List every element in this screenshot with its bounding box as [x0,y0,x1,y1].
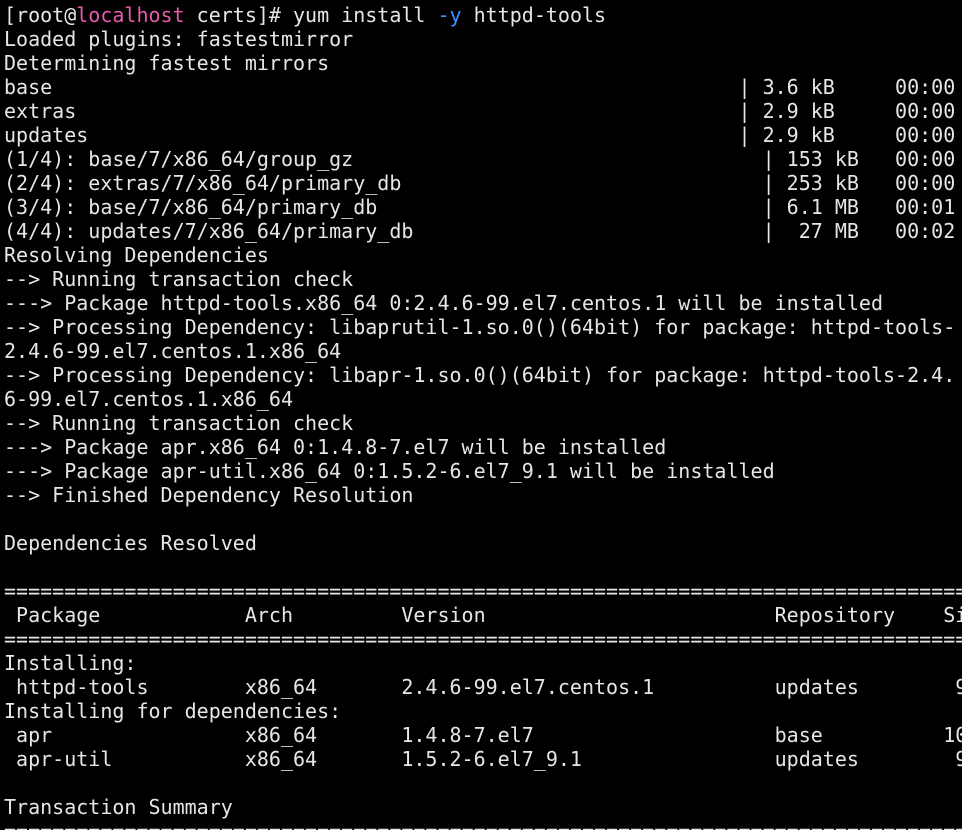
output-line: ---> Package apr.x86_64 0:1.4.8-7.el7 wi… [4,435,667,459]
output-line: --> Processing Dependency: libaprutil-1.… [4,315,956,339]
output-line: base | 3.6 kB 00:00 [4,75,956,99]
output-line: 6-99.el7.centos.1.x86_64 [4,387,293,411]
output-line: Installing for dependencies: [4,699,342,723]
output-line: extras | 2.9 kB 00:00 [4,99,956,123]
output-line: Dependencies Resolved [4,531,257,555]
output-line: --> Processing Dependency: libapr-1.so.0… [4,363,956,387]
output-line: ========================================… [4,627,962,651]
output-line: Transaction Summary [4,795,233,819]
prompt-command: certs]# yum install [184,3,438,27]
output-line: apr x86_64 1.4.8-7.el7 base 104 k [4,723,962,747]
output-line: ---> Package httpd-tools.x86_64 0:2.4.6-… [4,291,883,315]
output-line: Package Arch Version Repository Size [4,603,962,627]
output-line: --> Running transaction check [4,411,354,435]
output-line: (3/4): base/7/x86_64/primary_db | 6.1 MB… [4,195,956,219]
output-line: --> Finished Dependency Resolution [4,483,414,507]
output-line: ========================================… [4,579,962,603]
command-argument: httpd-tools [461,3,607,27]
output-line: (2/4): extras/7/x86_64/primary_db | 253 … [4,171,956,195]
output-line: --> Running transaction check [4,267,354,291]
output-line: Determining fastest mirrors [4,51,330,75]
command-prompt-line: [root@localhost certs]# yum install -y h… [4,3,962,27]
prompt-host: localhost [76,3,185,27]
table-separator-rule: ========================================… [4,819,962,830]
prompt-user: [root@ [4,3,77,27]
output-line: apr-util x86_64 1.5.2-6.el7_9.1 updates … [4,747,962,771]
command-flag: -y [437,3,462,27]
output-line: (1/4): base/7/x86_64/group_gz | 153 kB 0… [4,147,956,171]
output-line: Loaded plugins: fastestmirror [4,27,354,51]
output-line: (4/4): updates/7/x86_64/primary_db | 27 … [4,219,956,243]
output-line: 2.4.6-99.el7.centos.1.x86_64 [4,339,342,363]
terminal-output: Loaded plugins: fastestmirror Determining… [4,27,962,819]
output-line: Resolving Dependencies [4,243,269,267]
output-line: httpd-tools x86_64 2.4.6-99.el7.centos.1… [4,675,962,699]
output-line: Installing: [4,651,137,675]
output-line: ---> Package apr-util.x86_64 0:1.5.2-6.e… [4,459,775,483]
output-line: updates | 2.9 kB 00:00 [4,123,956,147]
terminal-window[interactable]: [root@localhost certs]# yum install -y h… [0,0,962,830]
